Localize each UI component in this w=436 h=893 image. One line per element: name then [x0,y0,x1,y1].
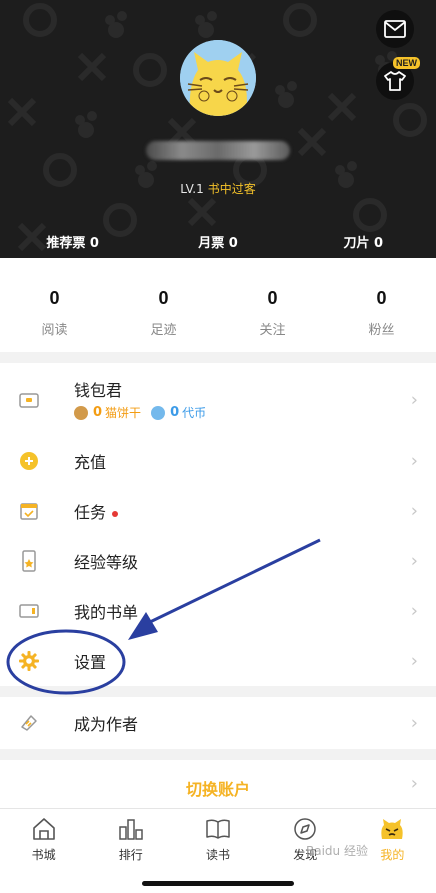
store-icon [32,818,55,840]
menu-item-exp-level[interactable]: 经验等级 › [0,536,436,586]
recommend-ticket[interactable]: 推荐票 0 [0,232,145,251]
become-author-label: 成为作者 [74,715,139,734]
wallet-balance: 0 猫饼干 0 代币 [74,404,206,421]
tab-label: 读书 [206,848,231,862]
stat-value: 0 [376,288,387,308]
calendar-check-icon [18,500,40,522]
chevron-right-icon: › [410,500,418,522]
menu-item-wallet[interactable]: 钱包君 0 猫饼干 0 代币 › [0,363,436,436]
monthly-ticket[interactable]: 月票 0 [145,232,290,251]
stat-value: 0 [49,288,60,308]
stat-footprint[interactable]: 0 足迹 [109,258,218,352]
header-pattern [7,3,427,252]
new-badge: NEW [393,57,420,69]
stat-label: 粉丝 [368,323,395,338]
menu-item-settings[interactable]: 设置 › [0,636,436,686]
user-level[interactable]: LV.1 书中过客 [0,180,436,197]
avatar[interactable] [180,40,256,116]
gear-icon [18,650,40,672]
switch-account-button[interactable]: 切换账户 › [0,760,436,810]
mail-icon [384,20,406,38]
home-indicator [142,881,294,886]
switch-account-label: 切换账户 [185,780,250,799]
cat-avatar-icon [180,40,256,116]
chevron-right-icon: › [410,712,418,734]
coin-icon [18,450,40,472]
watermark: Baidu 经验 [306,844,368,858]
stat-label: 足迹 [150,323,177,338]
book-icon [206,819,230,839]
stat-following[interactable]: 0 关注 [218,258,327,352]
cat-face-icon [381,819,404,839]
chevron-right-icon: › [410,650,418,672]
chevron-right-icon: › [410,389,418,410]
stat-fans[interactable]: 0 粉丝 [327,258,436,352]
level-prefix: LV.1 [180,182,204,196]
chevron-right-icon: › [410,773,418,794]
tab-store[interactable]: 书城 [0,809,87,893]
shirt-icon [384,71,406,91]
token-unit: 代币 [182,406,207,420]
chevron-right-icon: › [410,600,418,622]
stat-label: 阅读 [41,323,68,338]
menu-item-become-author[interactable]: 成为作者 › [0,697,436,749]
tab-label: 排行 [118,848,143,862]
stats-row: 0 阅读 0 足迹 0 关注 0 粉丝 [0,258,436,352]
menu-item-tasks[interactable]: 任务 › [0,486,436,536]
tasks-text: 任务 [74,503,107,522]
compass-icon [294,818,316,840]
dress-up-button[interactable]: NEW [376,57,420,100]
level-title: 书中过客 [207,182,256,196]
booklist-icon [18,600,40,622]
menu-list: 钱包君 0 猫饼干 0 代币 › 充值 › 任务 › 经验等级 › 我的书单 ›… [0,363,436,686]
exp-level-label: 经验等级 [74,553,139,572]
tab-label: 我的 [380,848,405,862]
pen-ticket-icon [18,712,40,734]
notification-dot [112,510,119,517]
tasks-label: 任务 [74,499,119,523]
medal-icon [18,550,40,572]
message-button[interactable] [376,10,414,48]
chevron-right-icon: › [410,550,418,572]
stat-label: 关注 [259,323,286,338]
cat-biscuit-icon [74,405,88,420]
wallet-label: 钱包君 [74,381,123,400]
cat-biscuit-unit: 猫饼干 [105,406,142,420]
token-icon [151,405,166,420]
tab-label: 书城 [31,848,56,862]
blade-ticket[interactable]: 刀片 0 [291,232,436,251]
recharge-label: 充值 [74,453,107,472]
nickname-blurred [146,141,290,160]
stat-value: 0 [267,288,278,308]
cat-biscuit-amount: 0 [93,405,103,420]
menu-item-recharge[interactable]: 充值 › [0,436,436,486]
profile-header: NEW LV.1 书中过客 推荐票 0 月票 0 刀片 0 [0,0,436,258]
ranking-icon [119,819,143,840]
wallet-icon [18,389,40,411]
booklist-label: 我的书单 [74,603,139,622]
settings-label: 设置 [74,653,107,672]
token-amount: 0 [170,405,180,420]
ticket-bar: 推荐票 0 月票 0 刀片 0 [0,232,436,251]
stat-value: 0 [158,288,169,308]
stat-reading[interactable]: 0 阅读 [0,258,109,352]
chevron-right-icon: › [410,450,418,472]
menu-item-booklist[interactable]: 我的书单 › [0,586,436,636]
